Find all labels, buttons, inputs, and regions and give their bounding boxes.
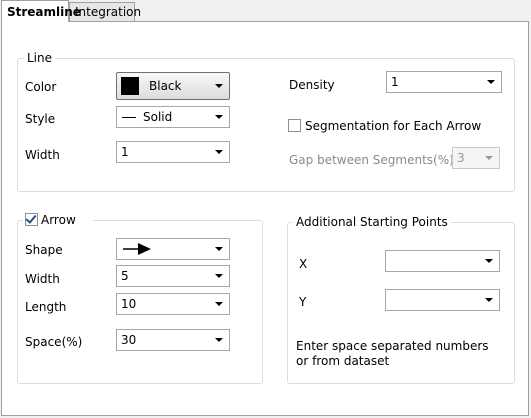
segmentation-checkbox[interactable] <box>288 119 301 132</box>
arrow-length-select[interactable]: 10 <box>116 293 230 315</box>
chevron-down-icon <box>215 115 223 119</box>
arrow-checkbox[interactable] <box>25 212 38 226</box>
arrow-space-select[interactable]: 30 <box>116 329 230 351</box>
y-select[interactable] <box>385 289 500 311</box>
chevron-down-icon <box>485 259 493 263</box>
arrow-space-label: Space(%) <box>25 335 83 349</box>
tab-panel: Line Color Black Style Solid Width 1 Den… <box>1 21 529 416</box>
line-group-title: Line <box>24 51 56 65</box>
density-value: 1 <box>391 75 399 89</box>
arrow-right-icon <box>123 243 151 255</box>
arrow-shape-select[interactable] <box>116 238 230 260</box>
chevron-down-icon <box>215 247 223 251</box>
density-select[interactable]: 1 <box>386 71 502 93</box>
arrow-width-label: Width <box>25 272 60 286</box>
starting-points-title: Additional Starting Points <box>293 215 451 229</box>
solid-line-icon <box>122 117 136 118</box>
chevron-down-icon <box>485 298 493 302</box>
gap-value: 3 <box>457 151 465 165</box>
x-select[interactable] <box>385 250 500 272</box>
chevron-down-icon <box>487 80 495 84</box>
arrow-width-value: 5 <box>121 269 129 283</box>
chevron-down-icon <box>215 150 223 154</box>
arrow-width-select[interactable]: 5 <box>116 265 230 287</box>
color-swatch <box>121 77 139 95</box>
y-label: Y <box>299 295 307 309</box>
starting-points-hint: Enter space separated numbers or from da… <box>296 339 489 368</box>
arrow-length-label: Length <box>25 300 67 314</box>
line-width-label: Width <box>25 148 60 162</box>
chevron-down-icon <box>485 156 493 160</box>
line-color-label: Color <box>25 80 57 94</box>
line-width-value: 1 <box>121 145 129 159</box>
gap-label: Gap between Segments(%) <box>289 153 454 167</box>
gap-select[interactable]: 3 <box>452 147 500 169</box>
chevron-down-icon <box>215 302 223 306</box>
segmentation-label: Segmentation for Each Arrow <box>305 119 482 133</box>
density-label: Density <box>289 78 335 92</box>
chevron-down-icon <box>215 274 223 278</box>
arrow-group-header: Arrow <box>23 212 93 228</box>
line-color-button[interactable]: Black <box>116 72 230 100</box>
chevron-down-icon <box>215 338 223 342</box>
tab-streamline[interactable]: Streamline <box>1 0 81 22</box>
line-style-select[interactable]: Solid <box>116 106 230 128</box>
line-style-value: Solid <box>143 110 173 124</box>
arrow-group-title: Arrow <box>41 213 76 227</box>
x-label: X <box>299 257 308 271</box>
checkmark-icon <box>25 212 37 224</box>
arrow-length-value: 10 <box>121 297 137 311</box>
line-style-label: Style <box>25 112 56 126</box>
arrow-shape-label: Shape <box>25 243 63 257</box>
line-color-value: Black <box>149 79 182 93</box>
chevron-down-icon <box>215 84 223 88</box>
arrow-space-value: 30 <box>121 333 137 347</box>
line-width-select[interactable]: 1 <box>116 141 230 163</box>
